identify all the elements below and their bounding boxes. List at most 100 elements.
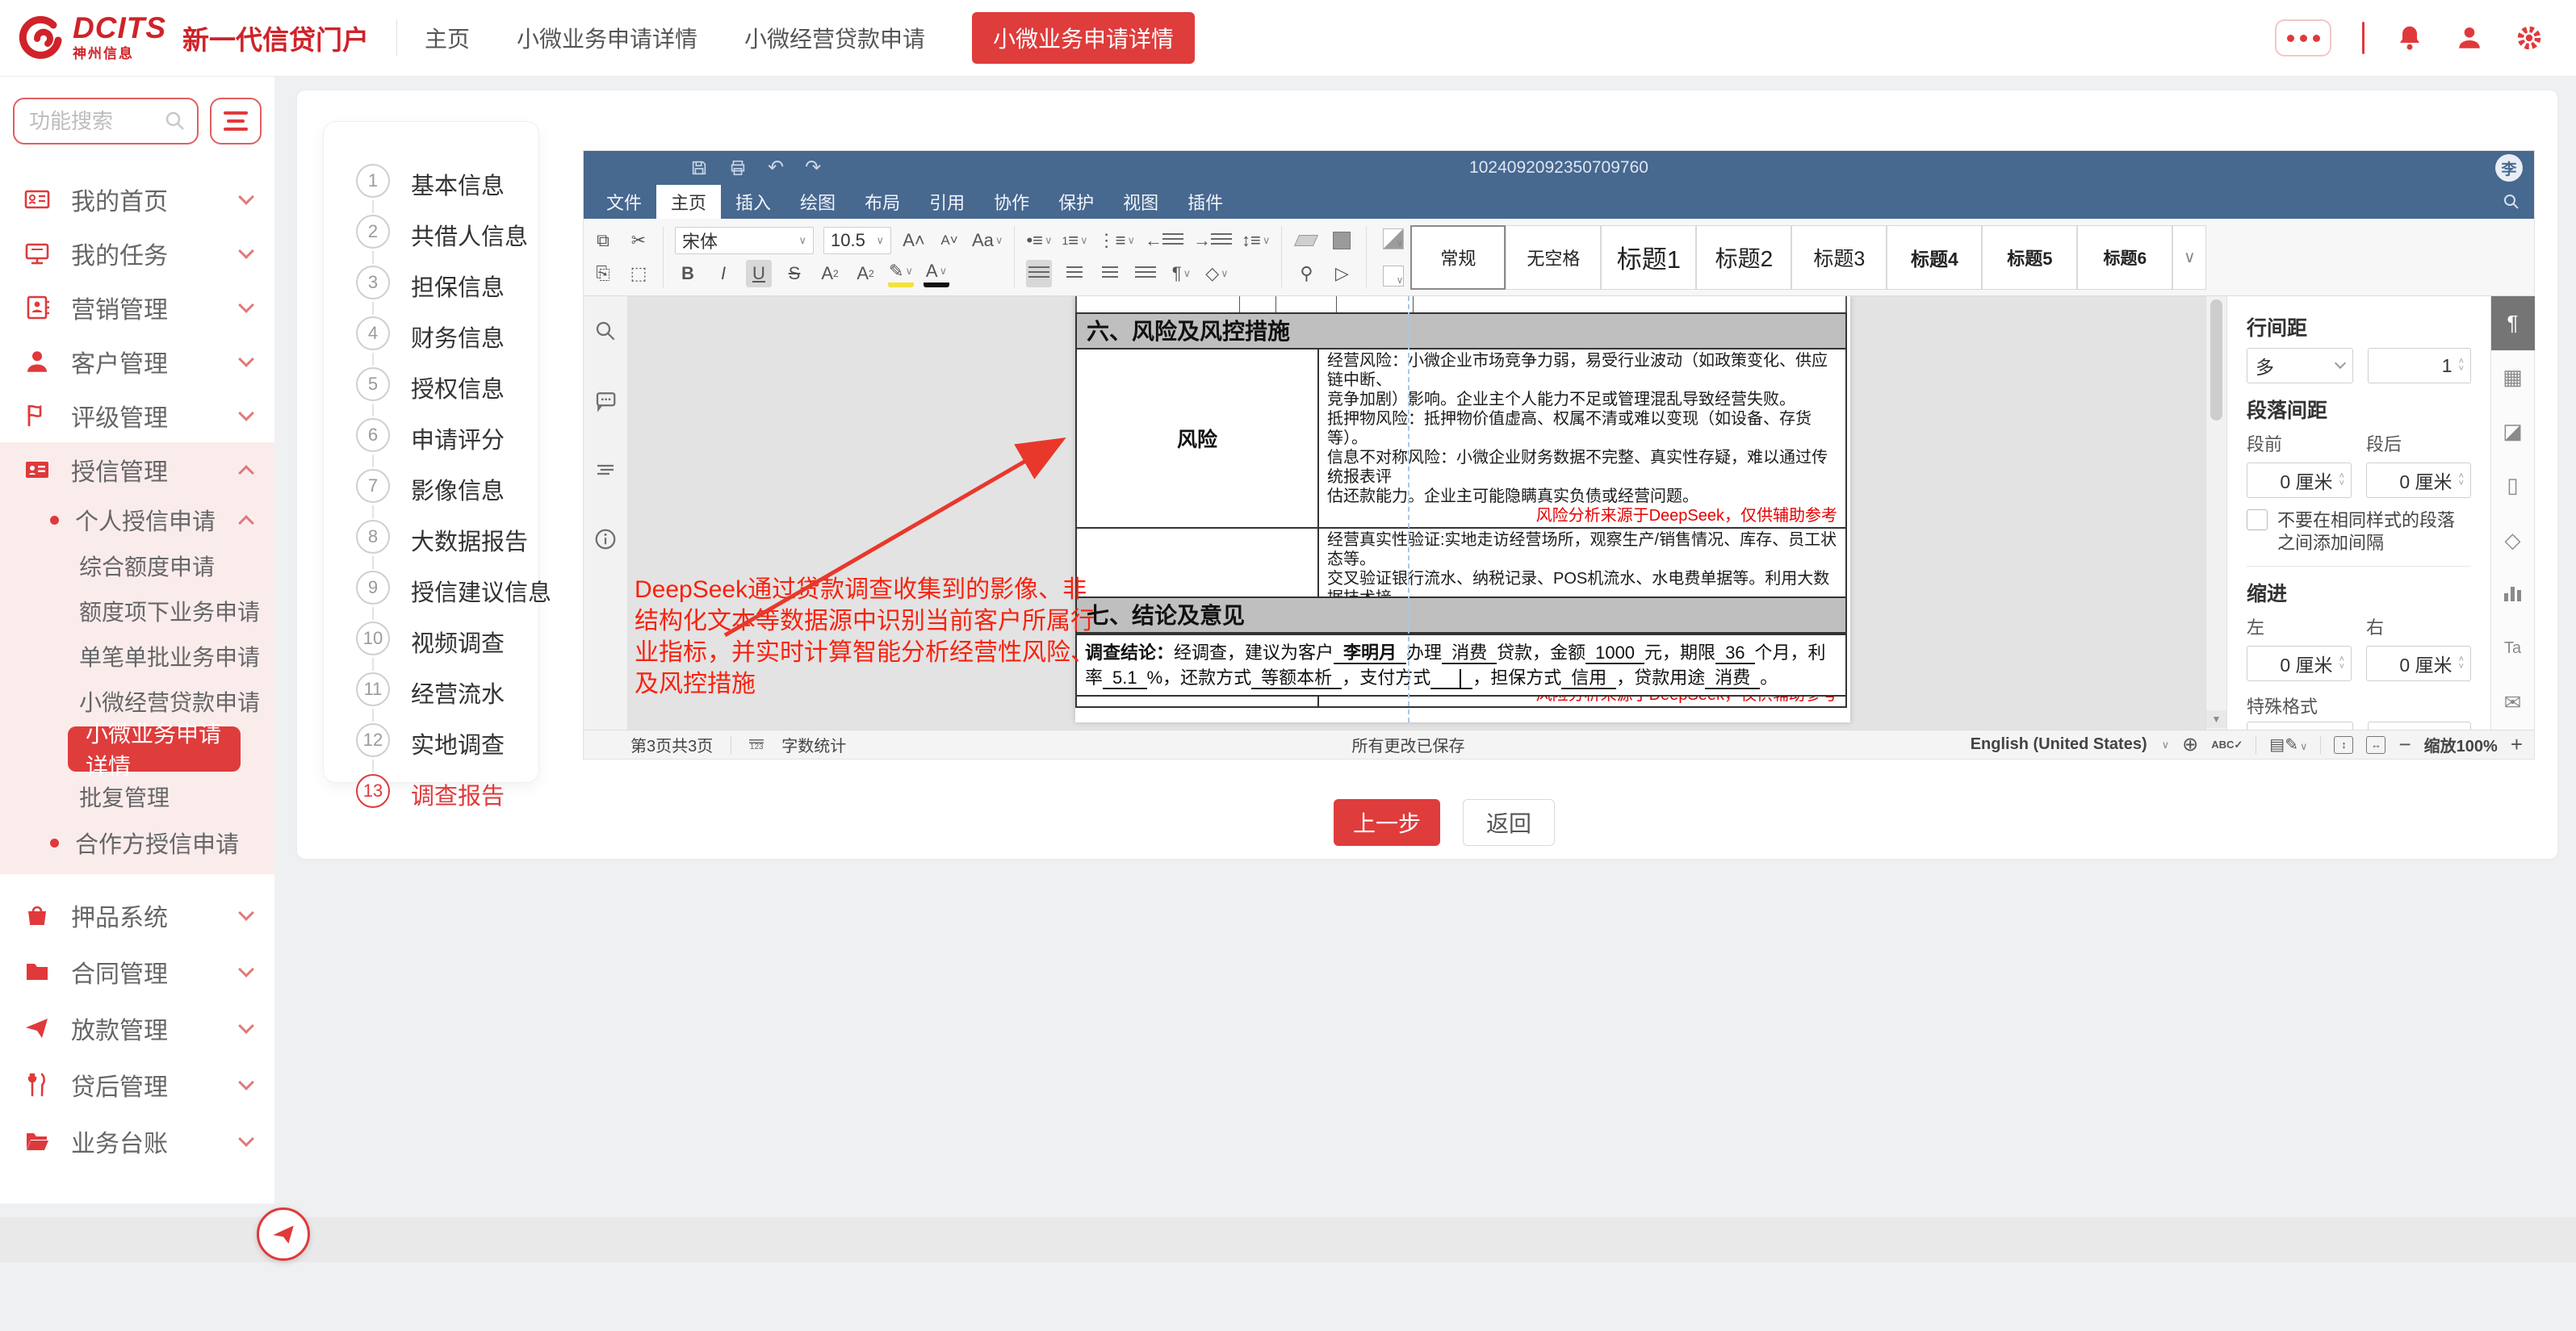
style-heading4[interactable]: 标题4	[1887, 225, 1982, 290]
sidebar-item-partner-credit[interactable]: 合作方授信申请	[0, 819, 274, 866]
align-left-icon[interactable]	[1026, 260, 1052, 287]
image-settings-icon[interactable]: ◪	[2491, 404, 2535, 458]
nav-tab-home[interactable]: 主页	[425, 22, 470, 54]
sidebar-item-disbursement[interactable]: 放款管理	[0, 1000, 274, 1057]
step-item-10[interactable]: 10视频调查	[356, 622, 538, 672]
menu-tab-view[interactable]: 视图	[1108, 185, 1173, 219]
bell-icon[interactable]	[2395, 23, 2424, 52]
checkbox-icon[interactable]	[2247, 509, 2268, 530]
spellcheck-icon[interactable]: ABC✓	[2211, 739, 2243, 751]
increase-indent-icon[interactable]: →	[1193, 227, 1232, 254]
conclusion-paragraph[interactable]: 调查结论：经调查，建议为客户李明月办理消费贷款，金额1000元，期限36个月，利…	[1075, 634, 1847, 697]
same-style-checkbox[interactable]: 不要在相同样式的段落之间添加间隔	[2247, 509, 2471, 555]
spacing-before-stepper[interactable]: 0 厘米˄˅	[2247, 463, 2352, 498]
sidebar-item-post-loan[interactable]: 贷后管理	[0, 1057, 274, 1113]
feedback-send-button[interactable]	[257, 1208, 310, 1261]
change-case-icon[interactable]: Aa∨	[972, 227, 1003, 254]
previous-step-button[interactable]: 上一步	[1334, 799, 1440, 846]
font-size-select[interactable]: 10.5∨	[823, 227, 891, 254]
header-footer-settings-icon[interactable]: ▯	[2491, 458, 2535, 513]
multilevel-list-icon[interactable]: ⋮≡∨	[1098, 227, 1135, 254]
zoom-out-icon[interactable]: −	[2398, 732, 2411, 757]
redo-icon[interactable]: ↷	[805, 160, 821, 176]
track-changes-icon[interactable]: ▤✎∨	[2269, 735, 2307, 755]
sidebar-item-comprehensive-limit[interactable]: 综合额度申请	[0, 543, 274, 588]
sidebar-item-rating[interactable]: 评级管理	[0, 388, 274, 442]
special-format-select[interactable]: (无)	[2247, 722, 2353, 730]
superscript-icon[interactable]: A2	[817, 260, 843, 287]
chart-settings-icon[interactable]	[2491, 567, 2535, 622]
menu-tab-insert[interactable]: 插入	[721, 185, 785, 219]
highlight-color-icon[interactable]: ✎∨	[888, 260, 914, 287]
textart-settings-icon[interactable]: Ta	[2491, 622, 2535, 676]
step-item-1[interactable]: 1基本信息	[356, 164, 538, 215]
info-icon[interactable]	[593, 527, 618, 551]
step-item-7[interactable]: 7影像信息	[356, 469, 538, 520]
paragraph-settings-icon[interactable]: ¶	[2491, 296, 2535, 350]
menu-tab-layout[interactable]: 布局	[850, 185, 915, 219]
sidebar-item-ledger[interactable]: 业务台账	[0, 1113, 274, 1170]
step-item-12[interactable]: 12实地调查	[356, 723, 538, 774]
sidebar-item-contracts[interactable]: 合同管理	[0, 944, 274, 1000]
table-insert-icon[interactable]	[1329, 227, 1355, 254]
select-icon[interactable]: ⬚	[626, 260, 651, 287]
fit-width-icon[interactable]: ↔	[2366, 736, 2385, 754]
paragraph-marks-icon[interactable]: ¶∨	[1168, 260, 1194, 287]
sidebar-item-approval-mgmt[interactable]: 批复管理	[0, 774, 274, 819]
indent-left-stepper[interactable]: 0 厘米˄˅	[2247, 646, 2352, 681]
shading-icon[interactable]: ◇∨	[1204, 260, 1229, 287]
mailmerge-icon[interactable]: ▷	[1329, 260, 1355, 287]
step-item-3[interactable]: 3担保信息	[356, 266, 538, 316]
sidebar-item-single-batch[interactable]: 单笔单批业务申请	[0, 634, 274, 679]
sidebar-item-personal-credit[interactable]: 个人授信申请	[0, 496, 274, 543]
save-icon[interactable]	[690, 159, 708, 177]
paste-icon[interactable]: ⎘	[590, 260, 616, 287]
globe-icon[interactable]: ⊕	[2182, 733, 2198, 756]
eraser-icon[interactable]	[1293, 227, 1319, 254]
font-name-select[interactable]: 宋体∨	[675, 227, 814, 254]
menu-tab-draw[interactable]: 绘图	[785, 185, 850, 219]
increase-font-icon[interactable]: A˄	[901, 227, 927, 254]
navigation-headings-icon[interactable]	[593, 458, 618, 482]
line-spacing-select[interactable]: 多	[2247, 348, 2353, 383]
comments-icon[interactable]	[593, 388, 618, 412]
gear-icon[interactable]	[2515, 23, 2544, 52]
spacing-after-stepper[interactable]: 0 厘米˄˅	[2366, 463, 2471, 498]
user-icon[interactable]	[2455, 23, 2484, 52]
style-no-spacing[interactable]: 无空格	[1506, 225, 1601, 290]
bullet-list-icon[interactable]: •≡∨	[1026, 227, 1052, 254]
indent-right-stepper[interactable]: 0 厘米˄˅	[2366, 646, 2471, 681]
menu-tab-collaboration[interactable]: 协作	[979, 185, 1044, 219]
avatar[interactable]: 李	[2495, 154, 2523, 182]
format-painter-icon[interactable]: ⚲	[1293, 260, 1319, 287]
canvas-scrollbar[interactable]: ▼	[2205, 296, 2226, 730]
step-item-11[interactable]: 11经营流水	[356, 672, 538, 723]
strikethrough-icon[interactable]: S	[781, 260, 807, 287]
font-color-icon[interactable]: A∨	[924, 260, 949, 287]
sidebar-item-my-tasks[interactable]: 我的任务	[0, 226, 274, 280]
style-normal[interactable]: 常规	[1410, 225, 1506, 290]
nav-tab-micro-loan-apply[interactable]: 小微经营贷款申请	[744, 22, 925, 54]
cut-icon[interactable]: ✂	[626, 227, 651, 254]
sidebar-item-collateral[interactable]: 押品系统	[0, 887, 274, 944]
menu-tab-plugins[interactable]: 插件	[1173, 185, 1238, 219]
scrollbar-down-icon[interactable]: ▼	[2206, 710, 2226, 728]
menu-tab-file[interactable]: 文件	[592, 185, 656, 219]
line-spacing-icon[interactable]: ↕≡∨	[1242, 227, 1270, 254]
bold-icon[interactable]: B	[675, 260, 701, 287]
shape-settings-icon[interactable]: ◇	[2491, 513, 2535, 567]
menu-tab-protection[interactable]: 保护	[1044, 185, 1108, 219]
copy-icon[interactable]: ⧉	[590, 227, 616, 254]
editor-search-icon[interactable]	[2502, 192, 2521, 211]
style-border-icon[interactable]: ∨	[1383, 266, 1404, 287]
document-canvas[interactable]: 六、风险及风控措施 风险 经营风险：小微企业市场竞争力弱，易受行业波动（如政策变…	[628, 296, 2226, 730]
find-icon[interactable]	[593, 319, 618, 343]
line-spacing-count-stepper[interactable]: 1˄˅	[2368, 348, 2471, 383]
sidebar-item-marketing[interactable]: 营销管理	[0, 280, 274, 334]
italic-icon[interactable]: I	[710, 260, 736, 287]
step-item-9[interactable]: 9授信建议信息	[356, 571, 538, 622]
zoom-in-icon[interactable]: +	[2511, 732, 2523, 757]
align-right-icon[interactable]	[1097, 260, 1123, 287]
decrease-indent-icon[interactable]: ←	[1145, 227, 1183, 254]
page-indicator[interactable]: 第3页共3页	[630, 733, 713, 756]
